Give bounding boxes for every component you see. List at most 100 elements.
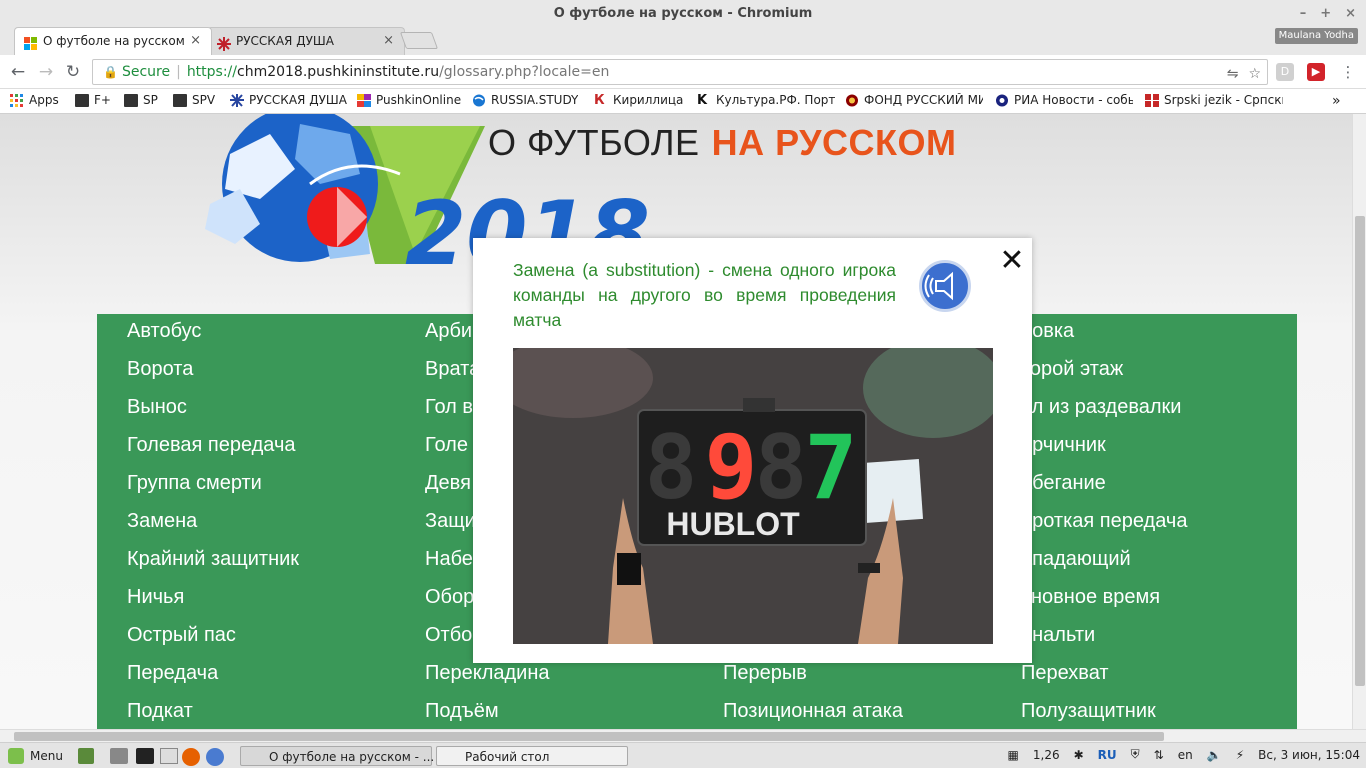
site-title: О ФУТБОЛЕ НА РУССКОМ <box>488 122 956 164</box>
extension-d-icon[interactable]: D <box>1276 63 1294 81</box>
glossary-term[interactable]: ороткая передача <box>1021 510 1187 533</box>
bluetooth-icon[interactable]: ✱ <box>1074 748 1084 762</box>
language-indicator[interactable]: en <box>1178 748 1193 762</box>
bookmark-russia-study[interactable]: RUSSIA.STUDY <box>472 93 578 107</box>
glossary-term[interactable]: Набе <box>425 548 473 571</box>
glossary-term[interactable]: Группа смерти <box>127 472 262 495</box>
tab-o-futbole[interactable]: О футболе на русском × <box>14 27 212 55</box>
bookmark-russkaya-dusha[interactable]: РУССКАЯ ДУША <box>230 93 347 107</box>
audio-speaker-button[interactable] <box>919 260 971 312</box>
glossary-term[interactable]: Голе <box>425 434 468 457</box>
glossary-term[interactable]: Обор <box>425 586 474 609</box>
glossary-term[interactable]: Полузащитник <box>1021 700 1156 723</box>
snowflake-icon <box>217 34 231 51</box>
bookmark-label: РИА Новости - собь <box>1014 93 1133 107</box>
bookmarks-overflow-chevron-icon[interactable]: » <box>1332 93 1341 109</box>
tab-close-icon[interactable]: × <box>383 28 394 54</box>
close-window-button[interactable]: × <box>1345 0 1356 27</box>
reload-icon[interactable]: ↻ <box>63 62 83 82</box>
glossary-term[interactable]: торой этаж <box>1021 358 1123 381</box>
tab-close-icon[interactable]: × <box>190 28 201 54</box>
bookmark-pushkinonline[interactable]: PushkinOnline <box>357 93 461 107</box>
bookmark-f-plus[interactable]: F+ <box>75 93 111 107</box>
tab-strip: О футболе на русском × РУССКАЯ ДУША × Ma… <box>0 26 1366 55</box>
shield-icon[interactable]: ⛨ <box>1131 747 1140 762</box>
taskbar-window-chromium[interactable]: О футболе на русском - ... <box>240 746 434 766</box>
bookmark-spv[interactable]: SPV <box>173 93 215 107</box>
glossary-term[interactable]: Врата <box>425 358 480 381</box>
bookmark-fond-russkiy-mir[interactable]: ФОНД РУССКИЙ МИ <box>845 93 983 107</box>
horizontal-scrollbar[interactable] <box>0 729 1366 742</box>
glossary-term[interactable]: Голевая передача <box>127 434 296 457</box>
glossary-term[interactable]: Перехват <box>1021 662 1109 685</box>
glossary-term[interactable]: Ворота <box>127 358 193 381</box>
glossary-term[interactable]: Вынос <box>127 396 187 419</box>
glossary-term[interactable]: Острый пас <box>127 624 236 647</box>
text-editor-icon[interactable] <box>160 748 178 764</box>
glossary-term[interactable]: Арби <box>425 320 472 343</box>
clock[interactable]: Вс, 3 июн, 15:04 <box>1258 748 1360 762</box>
start-menu-button[interactable]: Menu <box>8 746 63 766</box>
extension-play-icon[interactable]: ▶ <box>1307 63 1325 81</box>
address-bar[interactable]: 🔒 Secure | https://chm2018.pushkininstitute… <box>92 59 1268 85</box>
glossary-term[interactable]: Позиционная атака <box>723 700 903 723</box>
glossary-term[interactable]: Защи <box>425 510 476 533</box>
show-desktop-icon[interactable] <box>78 748 94 764</box>
new-tab-button[interactable] <box>399 32 439 49</box>
file-manager-icon[interactable] <box>110 748 128 764</box>
profile-badge[interactable]: Maulana Yodha <box>1274 28 1358 44</box>
tab-label: О футболе на русском <box>43 34 185 48</box>
definition-modal: Замена (a substitution) - смена одного и… <box>473 238 1032 663</box>
vertical-scrollbar-thumb[interactable] <box>1355 216 1365 686</box>
bookmark-sp[interactable]: SP <box>124 93 158 107</box>
glossary-term[interactable]: ападающий <box>1021 548 1131 571</box>
minimize-button[interactable]: – <box>1300 0 1307 27</box>
bookmark-kultura[interactable]: K Культура.РФ. Порта <box>697 93 835 107</box>
power-icon[interactable]: ⚡ <box>1236 748 1244 762</box>
snowflake-icon <box>230 93 244 107</box>
glossary-term[interactable]: Ничья <box>127 586 184 609</box>
bookmark-label: РУССКАЯ ДУША <box>249 93 347 107</box>
url-scheme: https:// <box>186 64 237 80</box>
glossary-term[interactable]: Перекладина <box>425 662 550 685</box>
glossary-term[interactable]: ол из раздевалки <box>1021 396 1181 419</box>
glossary-term[interactable]: енальти <box>1021 624 1095 647</box>
glossary-term[interactable]: Подкат <box>127 700 193 723</box>
back-arrow-icon[interactable]: ← <box>8 62 28 82</box>
vertical-scrollbar[interactable] <box>1352 114 1366 729</box>
maximize-button[interactable]: + <box>1320 0 1331 27</box>
bookmark-apps[interactable]: Apps <box>10 93 59 107</box>
keyboard-layout-indicator[interactable]: RU <box>1098 748 1117 762</box>
bookmark-srpski-jezik[interactable]: Srpski jezik - Српски <box>1145 93 1283 107</box>
close-icon[interactable]: ✕ <box>998 246 1026 276</box>
star-bookmark-icon[interactable]: ☆ <box>1248 62 1261 86</box>
glossary-term[interactable]: орчичник <box>1021 434 1106 457</box>
glossary-term[interactable]: Крайний защитник <box>127 548 299 571</box>
cpu-monitor-icon[interactable]: ▦ <box>1008 748 1019 762</box>
horizontal-scrollbar-thumb[interactable] <box>14 732 1164 741</box>
translate-icon[interactable]: ⇋ <box>1227 62 1239 86</box>
taskbar-window-desktop[interactable]: Рабочий стол <box>436 746 628 766</box>
menu-kebab-icon[interactable]: ⋮ <box>1338 62 1358 82</box>
glossary-term[interactable]: Передача <box>127 662 218 685</box>
network-icon[interactable]: ⇅ <box>1154 748 1164 762</box>
glossary-term[interactable]: абегание <box>1021 472 1106 495</box>
grid-icon <box>1145 93 1159 107</box>
glossary-term[interactable]: сновное время <box>1021 586 1160 609</box>
glossary-term[interactable]: Замена <box>127 510 197 533</box>
volume-icon[interactable]: 🔈 <box>1207 748 1222 762</box>
glossary-term[interactable]: Гол в <box>425 396 473 419</box>
bookmark-ria-novosti[interactable]: РИА Новости - собь <box>995 93 1133 107</box>
glossary-term[interactable]: Перерыв <box>723 662 807 685</box>
forward-arrow-icon[interactable]: → <box>36 62 56 82</box>
tab-russkaya-dusha[interactable]: РУССКАЯ ДУША × <box>207 27 405 55</box>
bookmark-kirillitsa[interactable]: К Кириллица <box>594 93 683 107</box>
glossary-term[interactable]: Девя <box>425 472 471 495</box>
board-left-number: 9 <box>705 416 758 519</box>
firefox-icon[interactable] <box>182 748 200 766</box>
glossary-term[interactable]: Отбо <box>425 624 472 647</box>
chromium-icon[interactable] <box>206 748 224 766</box>
glossary-term[interactable]: Автобус <box>127 320 201 343</box>
terminal-icon[interactable] <box>136 748 154 764</box>
glossary-term[interactable]: Подъём <box>425 700 499 723</box>
